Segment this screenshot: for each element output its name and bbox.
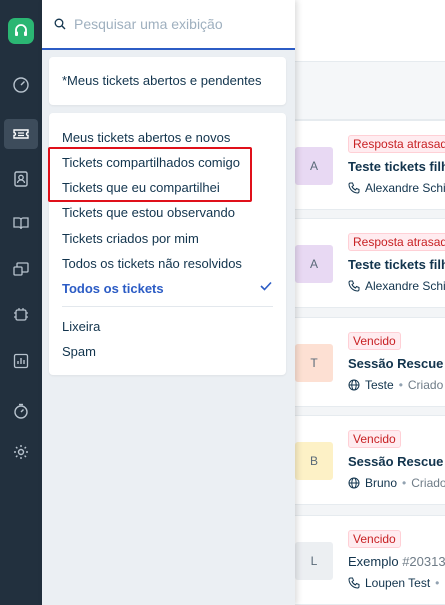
meta-separator: • (435, 576, 440, 590)
status-badge: Vencido (348, 332, 401, 350)
ticket-meta: Alexandre Schio (348, 181, 445, 195)
status-badge: Resposta atrasada (348, 233, 445, 251)
settings-icon[interactable] (4, 437, 38, 467)
views-divider (62, 306, 273, 307)
globe-icon (348, 379, 360, 391)
ticket-requester: Alexandre Schio (365, 279, 445, 293)
phone-icon (348, 182, 360, 194)
ticket-requester: Bruno (365, 476, 398, 490)
ticket-created: Criado h (407, 378, 445, 392)
ticket-title[interactable]: Exemplo #203132 (348, 554, 445, 569)
view-item-shared-with-me[interactable]: Tickets compartilhados comigo (62, 155, 240, 170)
ticket-avatar: A (295, 245, 333, 283)
ticket-list-header (295, 0, 445, 62)
ticket-meta: Bruno • Criado (348, 476, 445, 490)
view-item-watching[interactable]: Tickets que estou observando (62, 205, 235, 220)
view-item-my-open-new[interactable]: Meus tickets abertos e novos (62, 130, 230, 145)
ticket-card[interactable]: L Vencido Exemplo #203132 Loupen Test • … (295, 515, 445, 605)
globe-icon (348, 477, 360, 489)
checkmark-icon (260, 281, 272, 291)
status-badge: Vencido (348, 530, 401, 548)
dashboard-icon[interactable] (4, 70, 38, 100)
view-item-unresolved[interactable]: Todos os tickets não resolvidos (62, 256, 242, 271)
ticket-avatar: T (295, 344, 333, 382)
view-search-bar (42, 0, 295, 50)
meta-separator: • (398, 378, 403, 392)
left-nav-rail (0, 0, 42, 605)
ticket-requester: Teste (365, 378, 394, 392)
meta-separator: • (402, 476, 407, 490)
view-item-spam[interactable]: Spam (62, 344, 96, 359)
ticket-meta: Loupen Test • Cr (348, 576, 445, 590)
ticket-number: #203132 (402, 554, 445, 569)
ticket-title[interactable]: Teste tickets filho (348, 257, 445, 272)
search-icon (54, 18, 66, 30)
ticket-title-text: Exemplo (348, 554, 399, 569)
ticket-meta: Alexandre Schio (348, 279, 445, 293)
phone-icon (348, 577, 360, 589)
timer-icon[interactable] (4, 396, 38, 426)
ticket-requester: Alexandre Schio (365, 181, 445, 195)
views-list-box: Meus tickets abertos e novos Tickets com… (49, 113, 286, 375)
ticket-avatar: A (295, 147, 333, 185)
tickets-icon[interactable] (4, 119, 38, 149)
view-item-created-by-me[interactable]: Tickets criados por mim (62, 231, 199, 246)
status-badge: Vencido (348, 430, 401, 448)
ticket-card[interactable]: A Resposta atrasada Teste tickets filho … (295, 120, 445, 210)
contacts-icon[interactable] (4, 164, 38, 194)
knowledge-base-icon[interactable] (4, 208, 38, 238)
ticket-card[interactable]: A Resposta atrasada Teste tickets filho … (295, 218, 445, 308)
reports-icon[interactable] (4, 346, 38, 376)
view-selector-panel: *Meus tickets abertos e pendentes Meus t… (42, 0, 295, 605)
ticket-list-toolbar (295, 62, 445, 120)
view-item-favorite[interactable]: *Meus tickets abertos e pendentes (62, 73, 261, 88)
ticket-avatar: L (295, 542, 333, 580)
view-item-trash[interactable]: Lixeira (62, 319, 100, 334)
phone-icon (348, 280, 360, 292)
ticket-card[interactable]: T Vencido Sessão Rescue | T Teste • Cria… (295, 317, 445, 407)
assets-icon[interactable] (4, 300, 38, 330)
ticket-meta: Teste • Criado h (348, 378, 445, 392)
ticket-title[interactable]: Teste tickets filho (348, 159, 445, 174)
headset-logo-icon (8, 18, 34, 44)
favorite-views-box: *Meus tickets abertos e pendentes (49, 57, 286, 105)
view-item-all-tickets[interactable]: Todos os tickets (62, 281, 164, 296)
ticket-requester: Loupen Test (365, 576, 431, 590)
devices-icon[interactable] (4, 254, 38, 284)
ticket-card[interactable]: B Vencido Sessão Rescue | N Bruno • Cria… (295, 415, 445, 505)
ticket-title[interactable]: Sessão Rescue | T (348, 356, 445, 371)
status-badge: Resposta atrasada (348, 135, 445, 153)
ticket-avatar: B (295, 442, 333, 480)
view-item-shared-by-me[interactable]: Tickets que eu compartilhei (62, 180, 220, 195)
app-logo[interactable] (0, 0, 42, 62)
ticket-title[interactable]: Sessão Rescue | N (348, 454, 445, 469)
ticket-created: Criado (411, 476, 445, 490)
view-search-input[interactable] (74, 16, 284, 32)
